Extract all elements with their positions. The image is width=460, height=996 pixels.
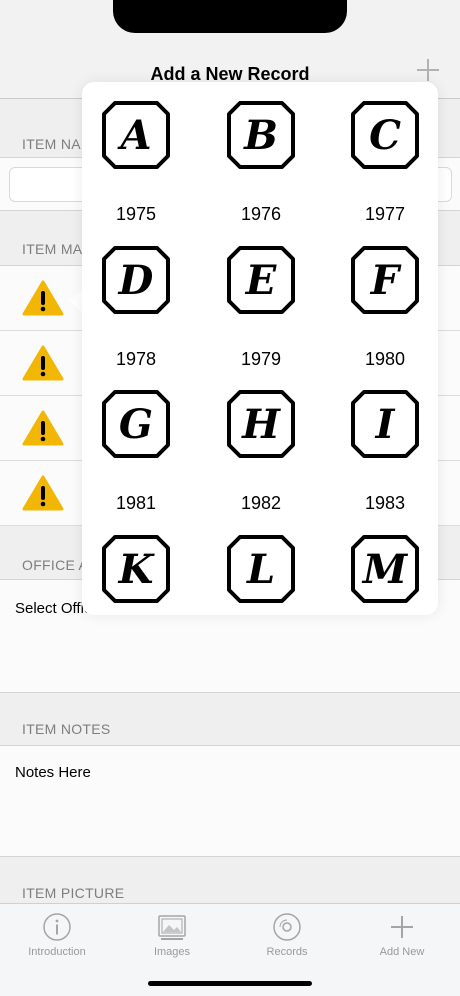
mark-letter: K	[118, 545, 154, 593]
mark-year: 1983	[364, 493, 406, 513]
tab-label: Images	[153, 946, 191, 958]
notes-row[interactable]: Notes Here	[0, 745, 460, 857]
home-indicator	[148, 981, 312, 986]
notes-textarea[interactable]: Notes Here	[15, 764, 91, 781]
tab-add-new[interactable]: Add New	[352, 912, 452, 958]
tab-label: Add New	[379, 946, 425, 958]
mark-letter: D	[118, 256, 154, 304]
mark-option-l[interactable]: L	[226, 534, 296, 604]
mark-year: 1982	[240, 493, 282, 513]
mark-letter: E	[245, 256, 277, 304]
plus-icon	[391, 916, 413, 938]
mark-letter: B	[244, 111, 278, 159]
mark-letter: L	[246, 545, 276, 593]
mark-option-g[interactable]: G	[101, 389, 171, 459]
mark-year: 1977	[364, 204, 406, 224]
section-header-notes: ITEM NOTES	[0, 692, 460, 745]
device-notch	[113, 0, 347, 33]
mark-option-b[interactable]: B	[226, 100, 296, 170]
mark-year: 1979	[240, 349, 282, 369]
mark-letter: F	[370, 256, 400, 304]
images-icon	[158, 915, 186, 940]
mark-option-i[interactable]: I	[350, 389, 420, 459]
records-icon	[273, 913, 301, 941]
tab-label: Introduction	[28, 946, 86, 958]
section-label: ITEM PICTURE	[22, 885, 125, 901]
section-label: ITEM NOTES	[22, 721, 111, 737]
mark-option-d[interactable]: D	[101, 245, 171, 315]
mark-option-m[interactable]: M	[350, 534, 420, 604]
warning-icon	[22, 280, 64, 316]
mark-year: 1975	[115, 204, 157, 224]
warning-icon	[22, 475, 64, 511]
mark-option-f[interactable]: F	[350, 245, 420, 315]
mark-year: 1981	[115, 493, 157, 513]
popover-arrow	[69, 290, 82, 312]
warning-icon	[22, 410, 64, 446]
mark-letter: A	[120, 111, 152, 159]
mark-option-k[interactable]: K	[101, 534, 171, 604]
mark-year: 1976	[240, 204, 282, 224]
mark-letter: H	[242, 400, 280, 448]
mark-option-c[interactable]: C	[350, 100, 420, 170]
mark-letter: C	[369, 111, 401, 159]
mark-letter: G	[118, 400, 154, 448]
info-icon	[43, 913, 71, 941]
warning-icon	[22, 345, 64, 381]
mark-option-e[interactable]: E	[226, 245, 296, 315]
tab-images[interactable]: Images	[122, 912, 222, 958]
mark-letter: M	[362, 545, 408, 593]
tab-records[interactable]: Records	[237, 912, 337, 958]
section-header-picture: ITEM PICTURE	[0, 856, 460, 903]
mark-option-a[interactable]: A	[101, 100, 171, 170]
mark-year: 1980	[364, 349, 406, 369]
mark-year: 1978	[115, 349, 157, 369]
mark-letter: I	[375, 400, 395, 448]
tab-introduction[interactable]: Introduction	[7, 912, 107, 958]
mark-option-h[interactable]: H	[226, 389, 296, 459]
tab-label: Records	[266, 946, 308, 958]
add-button[interactable]	[416, 58, 440, 82]
mark-picker-popover: A 1975 B 1976 C 1977 D 1978 E 1979 F 1980 G 1981 H 1982…	[82, 82, 438, 615]
